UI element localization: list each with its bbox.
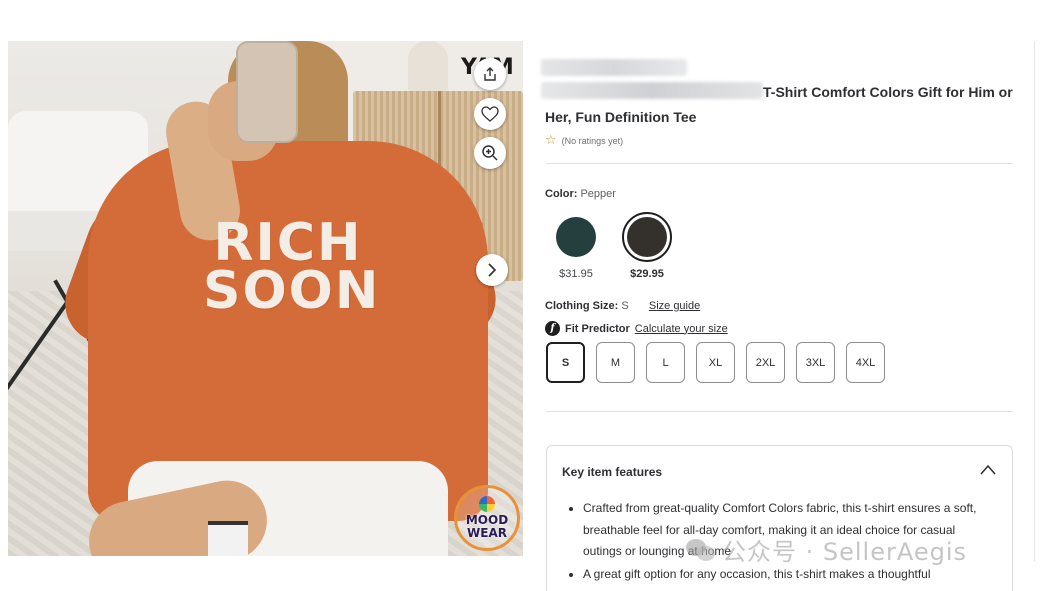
divider bbox=[546, 163, 1013, 164]
zoom-button[interactable] bbox=[474, 137, 506, 169]
sock bbox=[208, 521, 248, 556]
page-edge bbox=[1034, 41, 1040, 561]
zoom-in-icon bbox=[482, 145, 498, 161]
key-features-panel: Key item features Crafted from great-qua… bbox=[546, 445, 1013, 591]
size-label: Clothing Size: bbox=[545, 300, 619, 312]
swatch-pepper bbox=[627, 217, 667, 257]
chevron-up-icon[interactable] bbox=[980, 462, 996, 478]
product-title: T-Shirt Comfort Colors Gift for Him or H… bbox=[545, 84, 1013, 125]
logo-line: WEAR bbox=[467, 526, 507, 540]
rating-text: (No ratings yet) bbox=[561, 135, 624, 146]
size-option[interactable]: S bbox=[546, 342, 585, 383]
vase bbox=[408, 41, 448, 93]
share-icon bbox=[484, 67, 496, 81]
calculate-size-link[interactable]: Calculate your size bbox=[635, 323, 728, 335]
swatch-dark-green bbox=[556, 217, 596, 257]
shirt-print: RICH SOON bbox=[203, 213, 381, 321]
size-value: S bbox=[621, 300, 629, 312]
size-guide-link[interactable]: Size guide bbox=[649, 300, 700, 312]
chevron-right-icon bbox=[488, 263, 497, 277]
color-swatch[interactable]: $31.95 bbox=[551, 212, 601, 280]
color-swatch-selected[interactable]: $29.95 bbox=[622, 212, 672, 280]
size-label-row: Clothing Size: S Size guide bbox=[545, 300, 700, 312]
size-options: S M L XL 2XL 3XL 4XL bbox=[546, 342, 885, 383]
color-value: Pepper bbox=[580, 188, 616, 200]
star-icon: ☆ bbox=[545, 133, 557, 148]
fit-predictor-icon: f bbox=[545, 321, 560, 336]
size-option[interactable]: 4XL bbox=[846, 342, 885, 383]
favorite-button[interactable] bbox=[474, 98, 506, 130]
fit-predictor-label: Fit Predictor bbox=[565, 322, 630, 335]
watermark-text: 公众号 · SellerAegis bbox=[722, 538, 968, 566]
shirt-print-line: SOON bbox=[203, 261, 381, 321]
color-label: Color: bbox=[545, 188, 578, 200]
swatch-price: $29.95 bbox=[630, 268, 664, 280]
size-option[interactable]: XL bbox=[696, 342, 735, 383]
product-image[interactable]: RICH SOON YAM MOOD WEAR bbox=[8, 41, 523, 556]
next-image-button[interactable] bbox=[476, 254, 508, 286]
size-option[interactable]: M bbox=[596, 342, 635, 383]
fit-predictor-row: f Fit Predictor Calculate your size bbox=[545, 321, 728, 336]
size-option[interactable]: 3XL bbox=[796, 342, 835, 383]
moodwear-logo: MOOD WEAR bbox=[454, 485, 520, 551]
size-option[interactable]: 2XL bbox=[746, 342, 785, 383]
redacted-text bbox=[541, 59, 687, 76]
share-button[interactable] bbox=[474, 58, 506, 90]
shirt-print-line: RICH bbox=[213, 213, 363, 273]
key-features-heading[interactable]: Key item features bbox=[562, 465, 662, 479]
swatch-price: $31.95 bbox=[559, 268, 593, 280]
heart-icon bbox=[481, 106, 499, 122]
rating-row[interactable]: ☆ (No ratings yet) bbox=[545, 133, 623, 148]
swatch-ring bbox=[551, 212, 601, 262]
wechat-icon bbox=[686, 537, 716, 563]
color-label-row: Color: Pepper bbox=[545, 188, 616, 200]
watermark: 公众号 · SellerAegis bbox=[686, 532, 967, 567]
size-option[interactable]: L bbox=[646, 342, 685, 383]
flower-icon bbox=[479, 496, 495, 512]
swatch-ring bbox=[622, 212, 672, 262]
divider bbox=[546, 411, 1013, 412]
phone bbox=[236, 41, 298, 143]
